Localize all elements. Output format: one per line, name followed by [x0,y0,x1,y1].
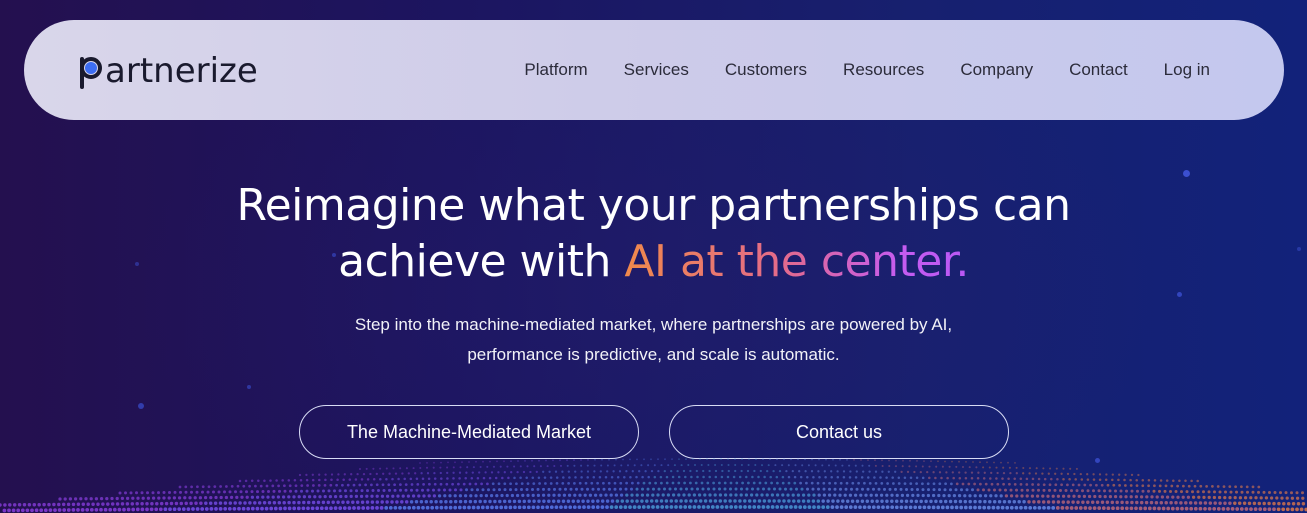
subtext-line-2: performance is predictive, and scale is … [467,345,840,364]
hero-headline: Reimagine what your partnerships can ach… [0,178,1307,290]
logo-wordmark: artnerize [105,51,258,91]
nav-item-platform[interactable]: Platform [524,60,587,80]
hero-subtext: Step into the machine-mediated market, w… [0,310,1307,370]
hero-cta-group: The Machine-Mediated Market Contact us [299,405,1009,459]
headline-line-1: Reimagine what your partnerships can [236,180,1071,231]
top-navigation-bar: artnerize Platform Services Customers Re… [24,20,1284,120]
nav-links: Platform Services Customers Resources Co… [524,20,1210,120]
contact-us-button[interactable]: Contact us [669,405,1009,459]
nav-item-company[interactable]: Company [960,60,1033,80]
subtext-line-1: Step into the machine-mediated market, w… [354,315,953,334]
headline-line-2: achieve with [338,236,625,287]
nav-item-contact[interactable]: Contact [1069,60,1128,80]
particle-wave-graphic [0,458,1307,513]
background-star [247,385,251,389]
background-star [1183,170,1190,177]
login-link[interactable]: Log in [1164,60,1210,80]
partnerize-logo[interactable]: artnerize [80,49,258,93]
nav-item-resources[interactable]: Resources [843,60,924,80]
logo-p-icon [80,53,104,89]
headline-highlight: AI at the center. [624,236,969,287]
background-star [138,403,144,409]
nav-item-customers[interactable]: Customers [725,60,807,80]
machine-mediated-market-button[interactable]: The Machine-Mediated Market [299,405,639,459]
nav-item-services[interactable]: Services [624,60,689,80]
hero-section: Reimagine what your partnerships can ach… [0,178,1307,370]
